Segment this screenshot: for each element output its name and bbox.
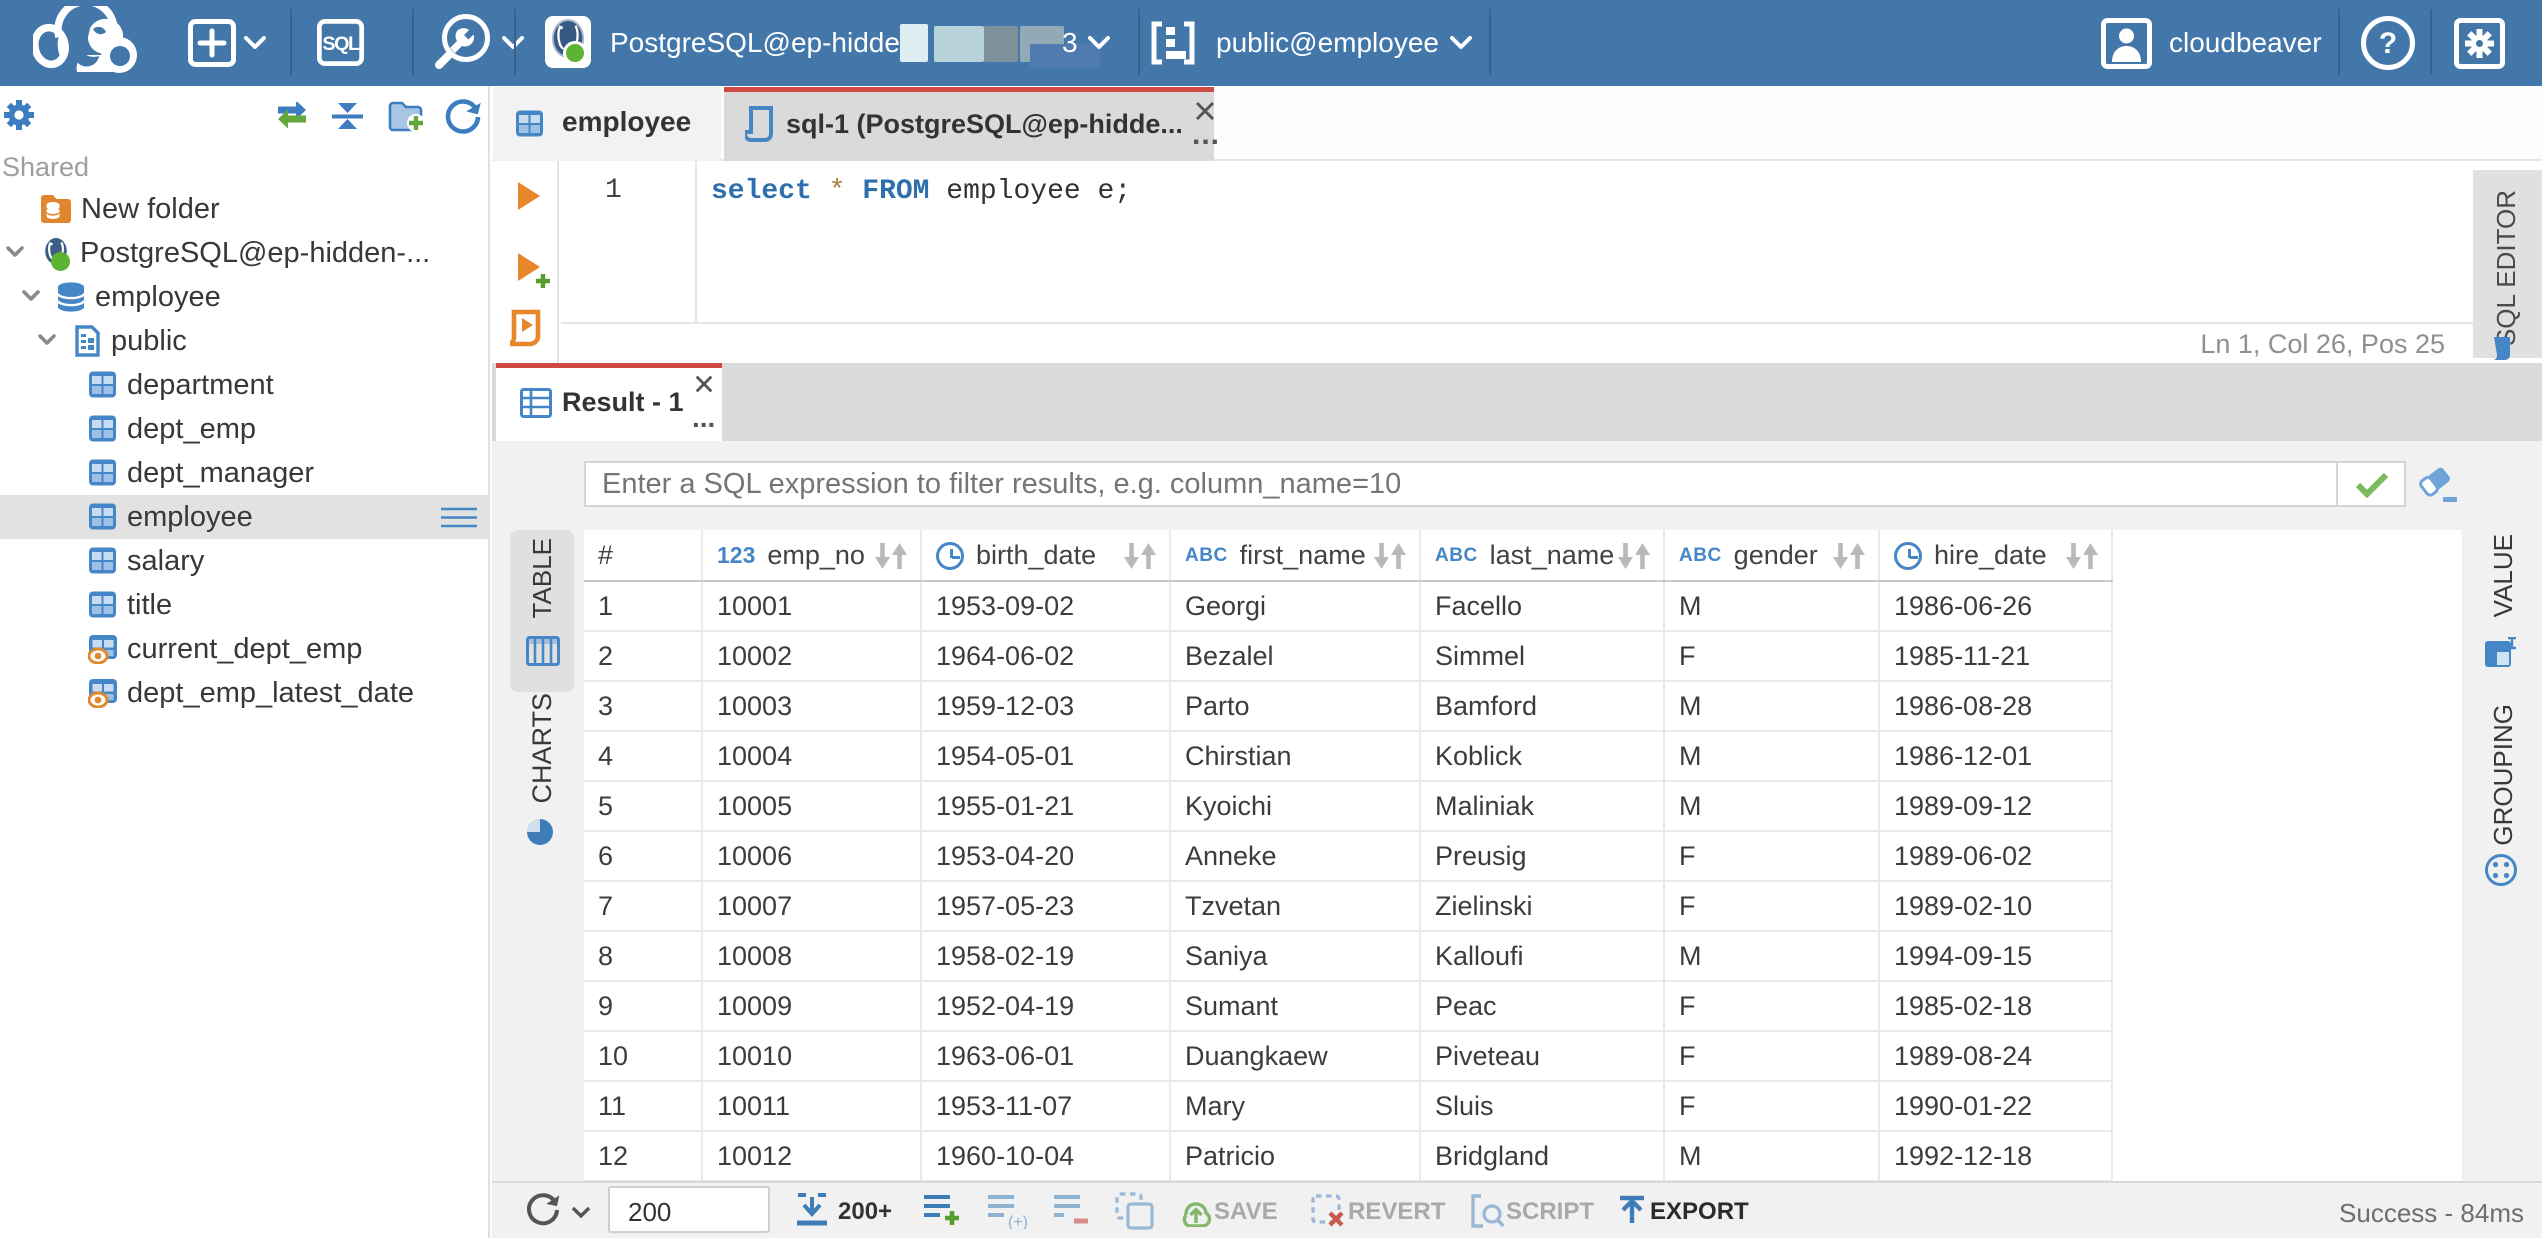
svg-text:(+): (+)	[1008, 1214, 1028, 1229]
svg-text:?: ?	[2379, 27, 2397, 60]
svg-text:SQL: SQL	[322, 33, 360, 55]
